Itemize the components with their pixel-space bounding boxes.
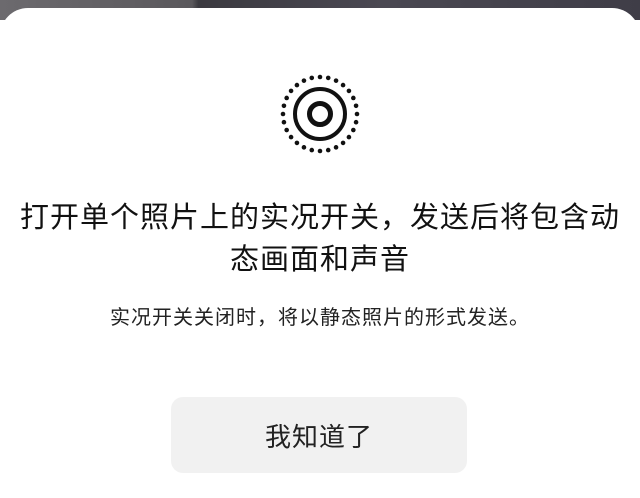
dialog-title-line-1: 打开单个照片上的实况开关，发送后将包含动 [20, 200, 621, 234]
dialog-title-line-2: 态画面和声音 [229, 242, 410, 276]
dialog-title: 打开单个照片上的实况开关，发送后将包含动 态画面和声音 [20, 196, 620, 280]
dialog-subtitle: 实况开关关闭时，将以静态照片的形式发送。 [110, 305, 530, 329]
got-it-button[interactable]: 我知道了 [171, 397, 467, 473]
live-photo-icon [280, 74, 360, 154]
